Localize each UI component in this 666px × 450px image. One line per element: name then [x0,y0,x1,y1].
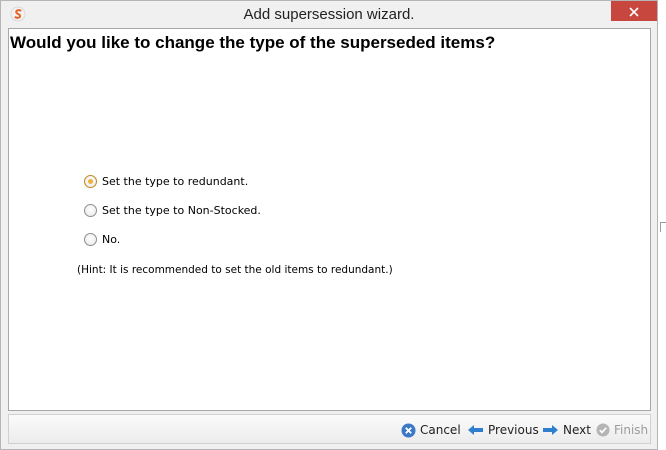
previous-label: Previous [488,423,539,437]
option-label: Set the type to Non-Stocked. [102,203,261,217]
option-no[interactable]: No. [84,231,120,247]
radio-button[interactable] [84,232,97,246]
wizard-button-bar: Cancel Previous Next Finish [8,414,651,444]
wizard-content-panel: Would you like to change the type of the… [8,28,651,411]
cancel-icon [401,423,416,438]
option-label: No. [102,232,121,246]
close-button[interactable] [611,1,657,21]
cancel-label: Cancel [420,423,461,437]
option-redundant[interactable]: Set the type to redundant. [84,173,248,189]
option-non-stocked[interactable]: Set the type to Non-Stocked. [84,202,261,218]
window-title: Add supersession wizard. [243,6,415,23]
arrow-left-icon [467,424,484,436]
checkmark-icon [596,423,610,437]
arrow-right-icon [542,424,559,436]
title-bar: Add supersession wizard. [1,1,657,27]
next-button[interactable]: Next [542,421,591,439]
background-window-edge [660,222,666,232]
cancel-button[interactable]: Cancel [401,421,461,439]
finish-label: Finish [614,423,649,437]
finish-button[interactable]: Finish [596,421,648,439]
close-icon [629,2,639,21]
radio-button[interactable] [84,203,97,217]
hint-text: (Hint: It is recommended to set the old … [77,264,393,276]
wizard-window: Add supersession wizard. Would you like … [0,0,658,450]
option-label: Set the type to redundant. [102,174,249,188]
radio-button-selected[interactable] [84,174,97,188]
page-question: Would you like to change the type of the… [10,33,496,52]
previous-button[interactable]: Previous [467,421,539,439]
next-label: Next [563,423,591,437]
